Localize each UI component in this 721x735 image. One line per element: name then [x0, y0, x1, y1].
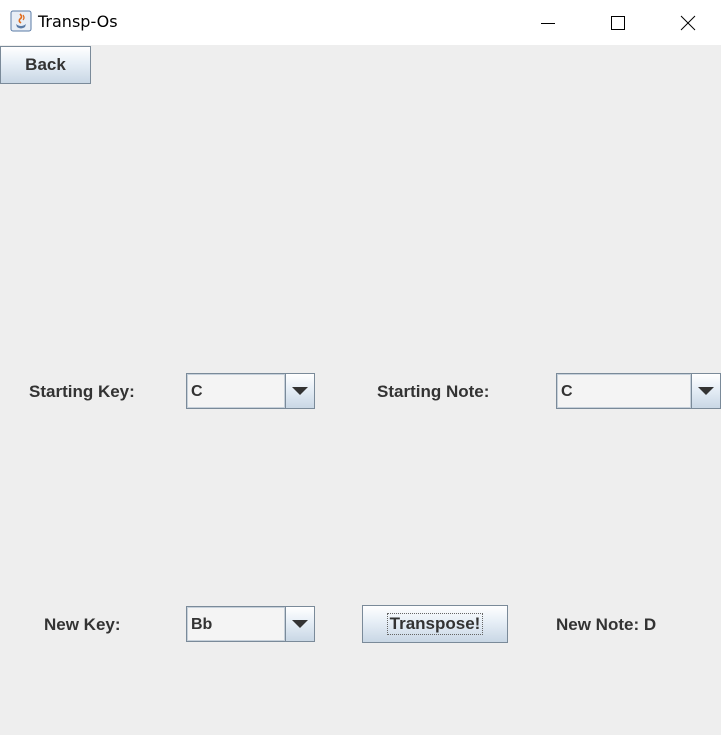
starting-key-dropdown-button[interactable] — [285, 374, 314, 408]
starting-note-dropdown-button[interactable] — [691, 374, 720, 408]
transpose-label: Transpose! — [386, 613, 484, 635]
java-coffee-icon — [10, 10, 32, 32]
close-icon — [680, 15, 696, 30]
new-key-label: New Key: — [44, 615, 121, 634]
starting-key-select[interactable]: C — [186, 373, 315, 409]
maximize-icon — [611, 15, 625, 30]
chevron-down-icon — [292, 620, 308, 628]
new-key-dropdown-button[interactable] — [285, 607, 314, 641]
starting-note-label: Starting Note: — [377, 382, 490, 401]
close-button[interactable] — [665, 0, 711, 45]
minimize-icon — [541, 22, 555, 24]
new-key-value: Bb — [187, 607, 285, 641]
starting-key-label: Starting Key: — [29, 382, 135, 401]
back-button[interactable]: Back — [0, 46, 91, 84]
chevron-down-icon — [292, 387, 308, 395]
starting-note-value: C — [557, 374, 691, 408]
transpose-button[interactable]: Transpose! — [362, 605, 508, 643]
chevron-down-icon — [698, 387, 714, 395]
minimize-button[interactable] — [525, 0, 571, 45]
new-key-select[interactable]: Bb — [186, 606, 315, 642]
new-note-result: New Note: D — [556, 615, 657, 634]
starting-key-value: C — [187, 374, 285, 408]
title-bar: Transp-Os — [0, 0, 721, 45]
maximize-button[interactable] — [595, 0, 641, 45]
starting-note-select[interactable]: C — [556, 373, 721, 409]
window-title: Transp-Os — [38, 12, 118, 31]
